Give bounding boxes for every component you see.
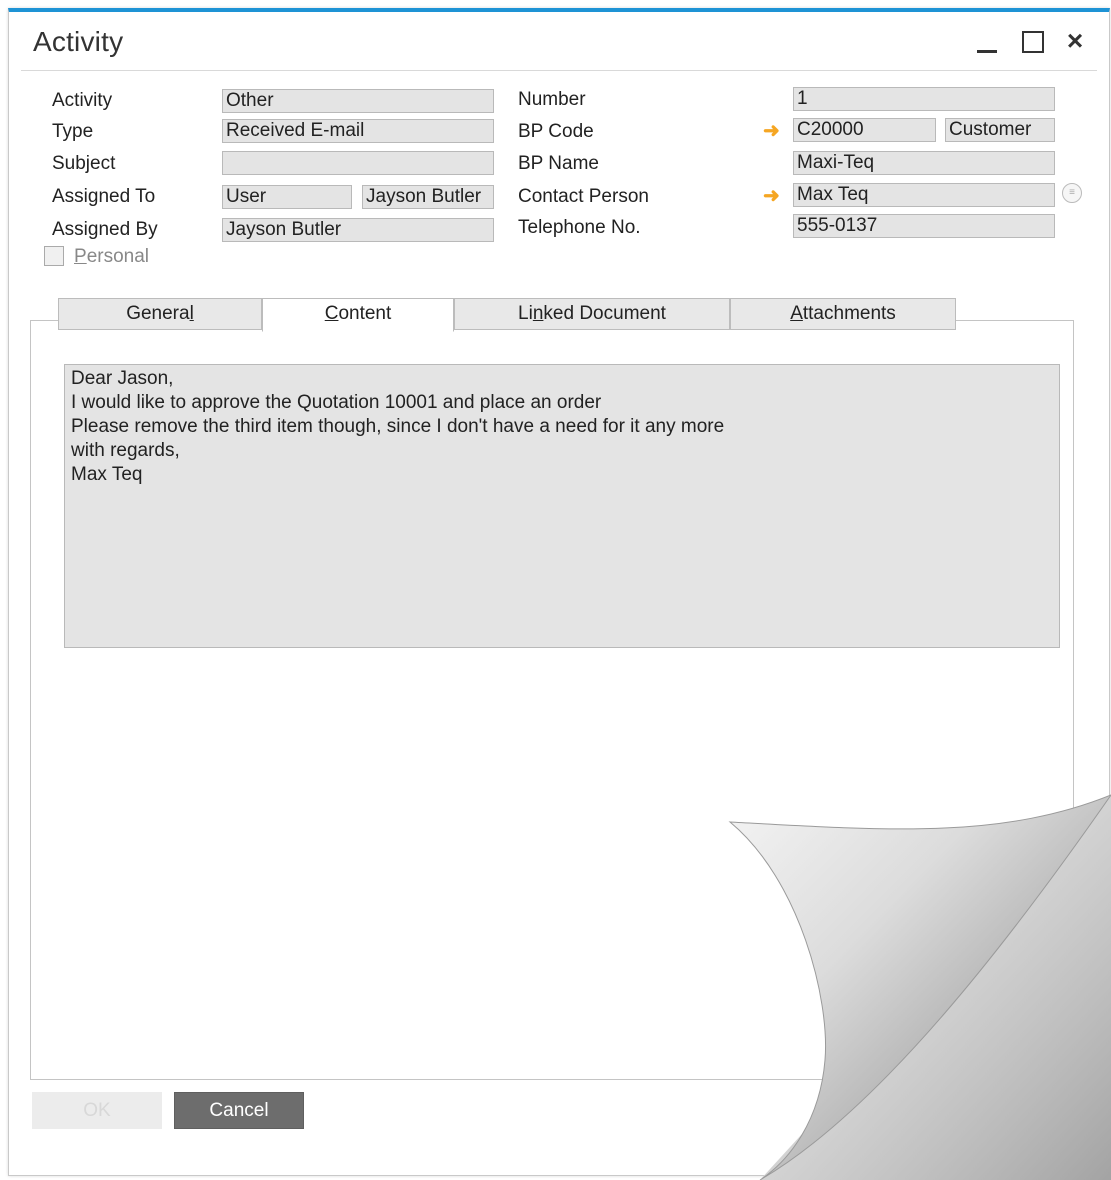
- page-curl-decoration: [728, 794, 1111, 1180]
